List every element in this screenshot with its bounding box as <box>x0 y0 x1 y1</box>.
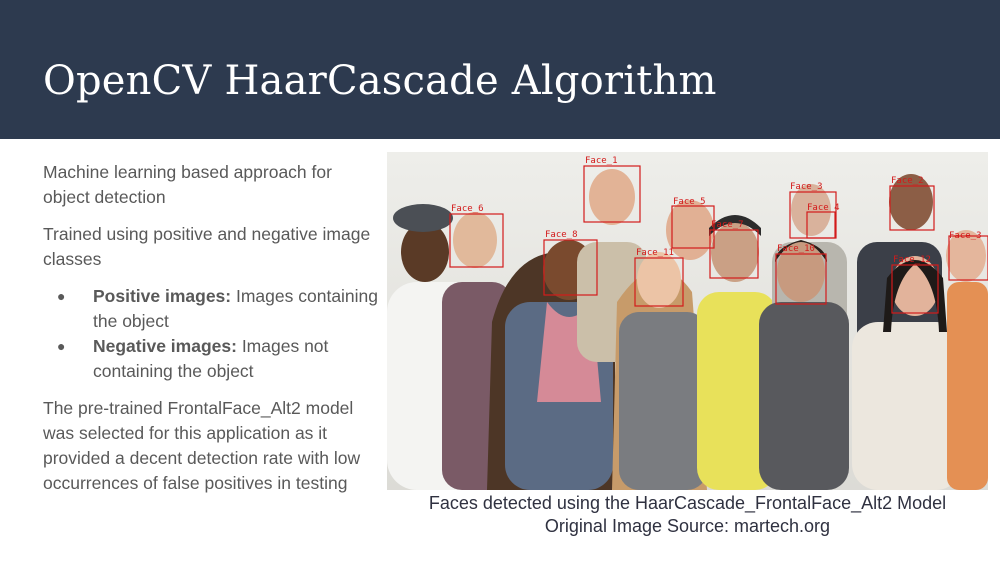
bullet-negative-term: Negative images: <box>93 336 237 356</box>
bullet-dot: ● <box>57 288 66 304</box>
face-label-2: Face_2 <box>891 176 924 186</box>
face <box>453 212 497 268</box>
face-label-10: Face_10 <box>777 244 815 254</box>
figure-caption: Faces detected using the HaarCascade_Fro… <box>387 492 988 538</box>
face <box>637 252 681 308</box>
bullet-negative: ● Negative images: Images not containing … <box>43 334 383 384</box>
people <box>387 169 988 490</box>
face-label-12: Face_12 <box>893 255 931 265</box>
slide-body: Machine learning based approach for obje… <box>43 160 383 508</box>
bullet-positive: ● Positive images: Images containing the … <box>43 284 383 334</box>
slide-title: OpenCV HaarCascade Algorithm <box>43 58 717 104</box>
face-label-3b: Face_3 <box>790 182 823 192</box>
bullet-dot: ● <box>57 338 66 354</box>
face-label-7: Face_7 <box>711 220 744 230</box>
face-label-1: Face_1 <box>585 156 618 166</box>
group-photo-illustration: Face_1 Face_2 Face_3 Face_4 Face_5 Face_… <box>387 152 988 490</box>
trained-text: Trained using positive and negative imag… <box>43 224 371 269</box>
caption-line-2: Original Image Source: martech.org <box>544 516 831 536</box>
face-label-5: Face_5 <box>673 197 706 207</box>
bullet-list: ● Positive images: Images containing the … <box>43 284 383 384</box>
caption-line-1: Faces detected using the HaarCascade_Fro… <box>428 493 947 513</box>
face <box>589 169 635 225</box>
face-detection-photo: Face_1 Face_2 Face_3 Face_4 Face_5 Face_… <box>387 152 988 490</box>
face-label-6: Face_6 <box>451 204 484 214</box>
face-label-8: Face_8 <box>545 230 578 240</box>
intro-text: Machine learning based approach for obje… <box>43 162 332 207</box>
face-label-3: Face_3 <box>949 231 982 241</box>
person-white-top <box>852 322 962 490</box>
face <box>711 222 759 282</box>
person-dotted-dress <box>759 302 849 490</box>
person-orange-top <box>947 282 988 490</box>
face-label-11: Face_11 <box>636 248 674 258</box>
face-label-4: Face_4 <box>807 203 840 213</box>
flat-cap <box>393 204 453 232</box>
bullet-positive-term: Positive images: <box>93 286 232 306</box>
title-bar: OpenCV HaarCascade Algorithm <box>0 0 1000 139</box>
person-grey-top <box>619 312 707 490</box>
conclusion-text: The pre-trained FrontalFace_Alt2 model w… <box>43 398 361 493</box>
